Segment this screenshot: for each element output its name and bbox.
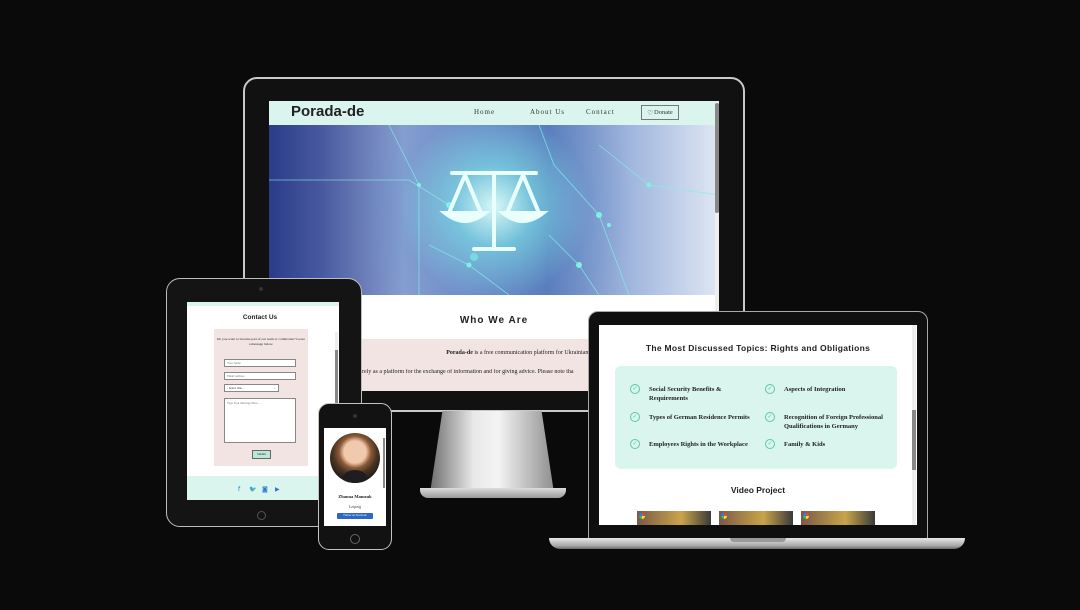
video-project-heading: Video Project [730, 485, 786, 495]
phone-camera [353, 414, 357, 418]
nav-home-link[interactable]: Home [474, 108, 495, 116]
topic-item[interactable]: Recognition of Foreign Professional Qual… [784, 413, 896, 431]
laptop-notch [730, 538, 786, 542]
check-circle-icon: ✓ [765, 439, 775, 449]
tablet-top-strip [187, 302, 339, 306]
team-member-name: Zhanna Mamzuk [338, 494, 372, 499]
email-input[interactable]: Email Address [224, 372, 296, 380]
twitter-icon[interactable]: 🐦 [249, 486, 256, 493]
topic-item[interactable]: Employees Rights in the Workplace [649, 440, 769, 449]
channel-logo-icon [639, 513, 645, 519]
scales-of-justice-icon [439, 171, 549, 251]
topic-item[interactable]: Types of German Residence Permits [649, 413, 769, 422]
video-thumbnail[interactable] [719, 511, 793, 525]
team-member-photo [330, 433, 380, 483]
donate-label: Donate [654, 109, 673, 116]
nav-about-link[interactable]: About Us [530, 108, 565, 116]
phone-device: Zhanna Mamzuk Leipzig Follow on Facebook [318, 403, 392, 550]
check-circle-icon: ✓ [630, 439, 640, 449]
tablet-screen: Contact Us Do you want to become part of… [187, 302, 339, 500]
select-value: - Select One - [227, 386, 244, 390]
youtube-icon[interactable]: ▶ [275, 486, 280, 493]
check-circle-icon: ✓ [765, 384, 775, 394]
laptop-scrollbar[interactable] [912, 325, 916, 525]
video-thumbnail[interactable] [801, 511, 875, 525]
contact-question: Do you want to become part of our team o… [217, 337, 305, 346]
check-circle-icon: ✓ [630, 384, 640, 394]
video-thumbnail[interactable] [637, 511, 711, 525]
about-brand-bold: Porada-de [446, 350, 473, 356]
instagram-icon[interactable]: ◙ [262, 486, 268, 493]
name-input[interactable]: Your Name [224, 359, 296, 367]
message-textarea[interactable]: Type Your Message Here... [224, 398, 296, 443]
contact-title: Contact Us [242, 314, 278, 321]
facebook-icon[interactable]: f [238, 486, 240, 493]
laptop-screen: The Most Discussed Topics: Rights and Ob… [599, 325, 917, 525]
topics-heading: The Most Discussed Topics: Rights and Ob… [645, 343, 871, 353]
nav-contact-link[interactable]: Contact [586, 108, 615, 116]
laptop-device: The Most Discussed Topics: Rights and Ob… [588, 311, 928, 539]
team-member-city: Leipzig [348, 504, 362, 509]
donate-button[interactable]: ♡ Donate [641, 105, 679, 120]
hero-circuit-graphic [269, 125, 719, 295]
check-circle-icon: ✓ [765, 412, 775, 422]
topic-item[interactable]: Social Security Benefits & Requirements [649, 385, 759, 403]
chevron-down-icon: ⌄ [273, 386, 276, 390]
monitor-stand-base [420, 488, 566, 498]
check-circle-icon: ✓ [630, 412, 640, 422]
topic-item[interactable]: Aspects of Integration [784, 385, 894, 394]
tablet-camera [259, 287, 263, 291]
topic-item[interactable]: Family & Kids [784, 440, 894, 449]
phone-scrollbar[interactable] [383, 438, 385, 488]
topic-select[interactable]: - Select One - ⌄ [224, 384, 279, 392]
channel-logo-icon [803, 513, 809, 519]
phone-screen: Zhanna Mamzuk Leipzig Follow on Facebook [324, 428, 386, 526]
monitor-stand-neck [430, 411, 554, 493]
follow-facebook-button[interactable]: Follow on Facebook [337, 513, 373, 519]
desktop-brand-logo[interactable]: Porada-de [291, 103, 364, 120]
submit-button[interactable]: Submit [252, 450, 271, 459]
tablet-home-button [257, 511, 266, 520]
heart-icon: ♡ [647, 109, 654, 117]
channel-logo-icon [721, 513, 727, 519]
phone-home-button [350, 534, 360, 544]
hero-image [269, 125, 719, 295]
